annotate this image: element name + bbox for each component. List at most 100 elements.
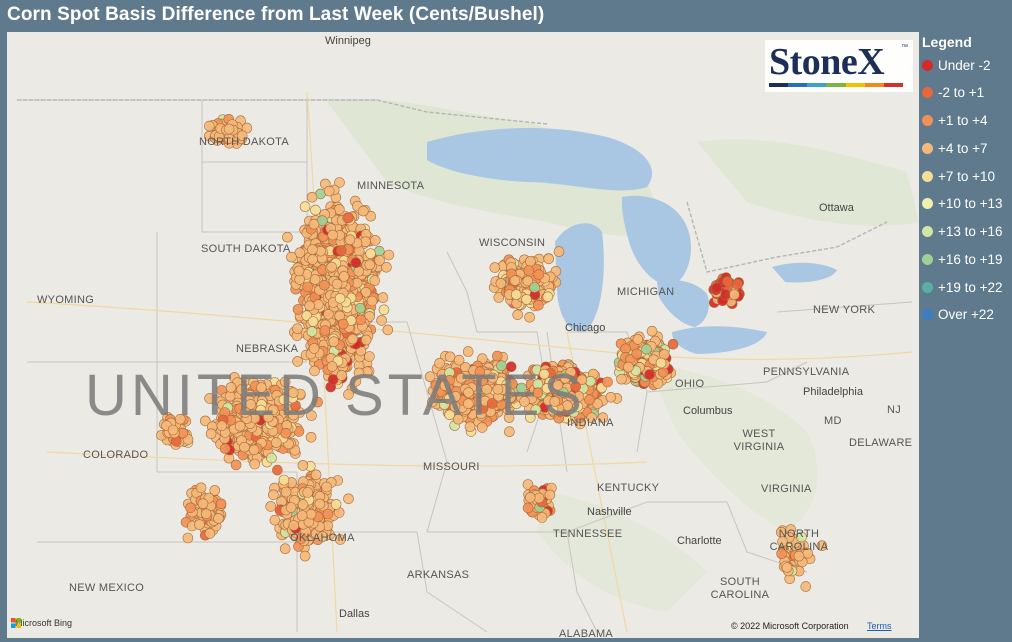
elevator-dot[interactable] [377, 292, 389, 303]
elevator-dot[interactable] [310, 469, 322, 481]
elevator-dot[interactable] [781, 562, 793, 573]
elevator-dot[interactable] [223, 123, 235, 135]
elevator-dot[interactable] [249, 458, 260, 470]
elevator-dot[interactable] [533, 492, 545, 504]
bing-attribution[interactable]: Microsoft Bing [11, 618, 72, 628]
elevator-dot[interactable] [299, 550, 311, 562]
elevator-dot[interactable] [529, 282, 540, 293]
elevator-dot[interactable] [524, 492, 536, 503]
elevator-dot[interactable] [350, 257, 362, 268]
legend-item[interactable]: +4 to +7 [922, 139, 988, 157]
legend-item[interactable]: +7 to +10 [922, 167, 995, 185]
elevator-dot[interactable] [302, 487, 314, 498]
elevator-dot[interactable] [310, 204, 321, 216]
elevator-dot[interactable] [200, 508, 212, 520]
elevator-dot[interactable] [305, 508, 317, 520]
elevator-dot[interactable] [800, 581, 812, 592]
elevator-dot[interactable] [523, 265, 535, 276]
elevator-dot[interactable] [314, 498, 326, 510]
elevator-dot[interactable] [309, 274, 321, 285]
elevator-dot[interactable] [306, 192, 318, 203]
elevator-dot[interactable] [360, 334, 372, 346]
elevator-dot[interactable] [307, 244, 318, 255]
elevator-dot[interactable] [204, 528, 216, 539]
legend-item[interactable]: +10 to +13 [922, 194, 1003, 212]
legend-item[interactable]: +13 to +16 [922, 222, 1003, 240]
elevator-dot[interactable] [553, 246, 565, 257]
elevator-dot[interactable] [512, 309, 524, 321]
elevator-dot[interactable] [269, 514, 281, 526]
elevator-dot[interactable] [292, 304, 304, 315]
elevator-dot[interactable] [382, 324, 394, 336]
elevator-dot[interactable] [304, 300, 316, 312]
elevator-dot[interactable] [667, 338, 679, 350]
elevator-dot[interactable] [543, 253, 555, 265]
elevator-dot[interactable] [711, 282, 723, 293]
legend-item[interactable]: +19 to +22 [922, 278, 1003, 296]
elevator-dot[interactable] [334, 292, 346, 304]
elevator-dot[interactable] [509, 275, 521, 286]
elevator-dot[interactable] [522, 502, 534, 514]
elevator-dot[interactable] [542, 291, 554, 303]
elevator-dot[interactable] [365, 248, 376, 259]
elevator-dot[interactable] [296, 510, 308, 521]
elevator-dot[interactable] [194, 519, 205, 530]
elevator-dot[interactable] [631, 348, 643, 360]
elevator-dot[interactable] [354, 302, 366, 314]
elevator-dot[interactable] [521, 294, 532, 305]
elevator-dot[interactable] [544, 489, 556, 501]
elevator-dot[interactable] [197, 498, 209, 510]
elevator-dot[interactable] [462, 346, 474, 357]
elevator-dot[interactable] [510, 289, 522, 300]
elevator-dot[interactable] [280, 427, 292, 439]
elevator-dot[interactable] [524, 311, 535, 323]
elevator-dot[interactable] [366, 295, 378, 307]
elevator-dot[interactable] [265, 501, 277, 512]
elevator-dot[interactable] [280, 486, 292, 498]
elevator-dot[interactable] [331, 278, 343, 290]
elevator-dot[interactable] [338, 271, 350, 282]
elevator-dot[interactable] [270, 437, 282, 448]
elevator-dot[interactable] [306, 326, 318, 337]
terms-link[interactable]: Terms [867, 621, 892, 631]
elevator-dot[interactable] [278, 474, 290, 486]
elevator-dot[interactable] [335, 245, 347, 256]
elevator-dot[interactable] [602, 376, 613, 388]
elevator-dot[interactable] [632, 334, 644, 345]
elevator-dot[interactable] [239, 441, 250, 453]
elevator-dot[interactable] [330, 499, 342, 510]
elevator-dot[interactable] [182, 532, 194, 544]
map-canvas[interactable]: UNITED STATES Winnipeg NORTH DAKOTA MINN… [7, 32, 919, 638]
elevator-dot[interactable] [344, 234, 356, 245]
elevator-dot[interactable] [297, 460, 309, 471]
elevator-dot[interactable] [326, 261, 338, 273]
elevator-dot[interactable] [307, 316, 319, 327]
elevator-dot[interactable] [328, 336, 340, 348]
elevator-dot[interactable] [383, 249, 395, 261]
elevator-dot[interactable] [605, 391, 617, 403]
elevator-dot[interactable] [204, 120, 215, 132]
elevator-dot[interactable] [308, 218, 320, 230]
legend-item[interactable]: Under -2 [922, 56, 991, 74]
elevator-dot[interactable] [248, 444, 260, 456]
elevator-dot[interactable] [364, 351, 375, 362]
elevator-dot[interactable] [533, 269, 545, 280]
elevator-dot[interactable] [584, 394, 595, 406]
elevator-dot[interactable] [288, 520, 300, 531]
elevator-dot[interactable] [327, 229, 339, 241]
elevator-dot[interactable] [308, 343, 320, 354]
elevator-dot[interactable] [268, 489, 279, 501]
elevator-dot[interactable] [213, 513, 224, 524]
elevator-dot[interactable] [195, 482, 207, 494]
elevator-dot[interactable] [337, 318, 349, 330]
elevator-dot[interactable] [307, 254, 318, 265]
elevator-dot[interactable] [655, 357, 667, 369]
elevator-dot[interactable] [722, 276, 733, 287]
elevator-dot[interactable] [319, 325, 331, 336]
elevator-dot[interactable] [205, 428, 217, 440]
elevator-dot[interactable] [533, 299, 544, 311]
elevator-dot[interactable] [644, 369, 655, 380]
elevator-dot[interactable] [376, 315, 387, 326]
elevator-dot[interactable] [323, 308, 334, 320]
elevator-dot[interactable] [215, 498, 227, 510]
